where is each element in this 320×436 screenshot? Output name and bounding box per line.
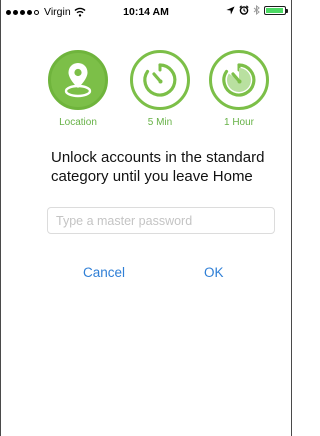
status-bar: Virgin 10:14 AM bbox=[0, 0, 292, 24]
location-pin-icon bbox=[64, 63, 92, 98]
five-min-option-circle[interactable] bbox=[130, 50, 190, 110]
option-1-hour[interactable]: 1 Hour bbox=[209, 50, 269, 128]
option-location[interactable]: Location bbox=[48, 50, 108, 128]
location-arrow-icon bbox=[226, 5, 235, 15]
status-bar-right bbox=[226, 5, 288, 15]
cancel-button[interactable]: Cancel bbox=[83, 265, 125, 280]
option-label-location: Location bbox=[59, 117, 97, 128]
bluetooth-icon bbox=[253, 5, 260, 15]
alarm-clock-icon bbox=[239, 5, 249, 15]
option-5-min[interactable]: 5 Min bbox=[130, 50, 190, 128]
unlock-options: Location 5 Min 1 Hour bbox=[0, 50, 292, 140]
battery-level bbox=[266, 7, 284, 13]
ok-button[interactable]: OK bbox=[204, 265, 224, 280]
option-label-1-hour: 1 Hour bbox=[223, 117, 254, 128]
option-label-5-min: 5 Min bbox=[147, 117, 173, 128]
timer-icon bbox=[143, 63, 177, 97]
unlock-message: Unlock accounts in the standard category… bbox=[51, 149, 265, 185]
timer-hour-icon bbox=[222, 63, 256, 97]
one-hour-option-circle[interactable] bbox=[209, 50, 269, 110]
battery-tip bbox=[286, 8, 288, 13]
location-option-circle[interactable] bbox=[48, 50, 108, 110]
battery-icon bbox=[264, 5, 288, 15]
master-password-input[interactable] bbox=[47, 207, 275, 234]
